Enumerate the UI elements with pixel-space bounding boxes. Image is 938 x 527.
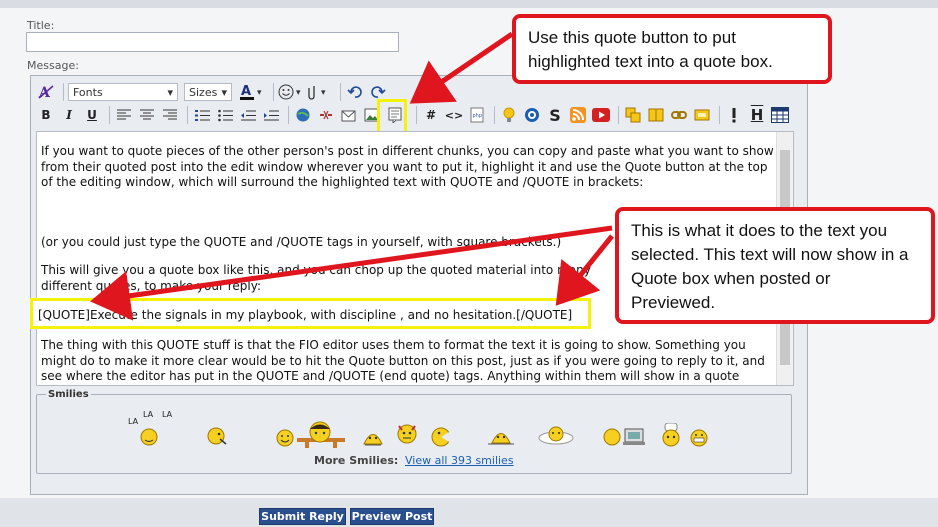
align-right-icon[interactable] [160,105,180,125]
box-icon[interactable] [692,105,712,125]
la-text: LA [162,410,173,419]
align-left-icon[interactable] [114,105,134,125]
smiley-eating[interactable] [206,425,230,450]
toolbar-separator [340,83,341,101]
smiley-desk[interactable] [297,420,345,453]
toolbar-separator [187,106,188,124]
message-paragraph: If you want to quote pieces of the other… [41,144,774,189]
toolbar-separator [273,83,274,101]
undo-icon[interactable] [345,82,365,102]
toolbar-row-2: B I U # <> php S H [36,104,793,126]
callout-top: Use this quote button to put highlighted… [512,14,832,84]
rss-icon[interactable] [568,105,588,125]
svg-text:▾: ▾ [296,88,301,98]
chain-icon[interactable] [669,105,689,125]
smiley-cry[interactable] [362,427,384,450]
toolbar-separator [109,106,110,124]
smiley-teeth[interactable] [689,428,709,451]
php-icon[interactable]: php [467,105,487,125]
message-label: Message: [27,59,79,72]
smiley-devil[interactable] [394,420,420,449]
italic-button[interactable]: I [59,105,79,125]
smiley-grin[interactable] [276,429,296,452]
smiley-chef[interactable] [660,422,682,450]
submit-reply-button[interactable]: Submit Reply [259,508,346,525]
text-color-icon[interactable]: A ▾ [238,82,266,102]
link-icon[interactable] [293,105,313,125]
toolbar-separator [494,106,495,124]
smilies-legend: Smilies [46,389,91,400]
hash-button[interactable]: # [421,105,441,125]
smiley-pacman[interactable] [430,426,454,451]
quote-button-highlight [377,99,407,134]
remove-format-icon[interactable]: A [36,82,56,102]
toolbar-separator [63,83,64,101]
view-all-smilies-link[interactable]: View all 393 smilies [405,454,514,467]
lightbulb-icon[interactable] [499,105,519,125]
font-select[interactable]: Fonts ▾ [68,83,178,101]
align-center-icon[interactable] [137,105,157,125]
attachment-icon[interactable]: ▾ [307,82,333,102]
unlink-icon[interactable] [316,105,336,125]
smiley-computer[interactable] [603,426,647,449]
table-icon[interactable] [770,105,790,125]
top-bar [0,0,938,8]
toolbar-row-1: A Fonts▾ Sizes▾ A▾ ▾ ▾ [36,81,391,103]
font-select-value: Fonts [73,85,103,99]
svg-text:php: php [473,113,483,119]
svg-text:▾: ▾ [257,88,262,98]
exclamation-icon[interactable] [724,105,744,125]
more-smilies-label: More Smilies: [314,454,399,467]
outdent-icon[interactable] [238,105,258,125]
email-icon[interactable] [339,105,359,125]
smiley-relax[interactable] [537,424,575,449]
footer-bar [0,498,938,527]
heading-button[interactable]: H [747,105,767,125]
title-label: Title: [27,19,55,32]
bold-button[interactable]: B [36,105,56,125]
strike-button[interactable]: S [545,105,565,125]
book-icon[interactable] [646,105,666,125]
size-select-value: Sizes [189,85,218,99]
spoiler-icon[interactable] [522,105,542,125]
svg-text:A: A [241,84,251,99]
code-button[interactable]: <> [444,105,464,125]
unordered-list-icon[interactable] [215,105,235,125]
chevron-down-icon: ▾ [167,85,173,99]
smiley-peek[interactable] [488,426,514,449]
smiley-la[interactable]: LA LA LA [128,409,178,450]
quote-line: [QUOTE]Execute the signals in my playboo… [38,308,573,322]
smiley-icon[interactable]: ▾ [278,82,304,102]
la-text: LA [128,417,139,426]
message-paragraph: The thing with this QUOTE stuff is that … [41,338,765,383]
message-paragraph: This will give you a quote box like this… [41,263,591,293]
video-icon[interactable] [591,105,611,125]
underline-button[interactable]: U [82,105,102,125]
copy-icon[interactable] [623,105,643,125]
size-select[interactable]: Sizes ▾ [184,83,232,101]
toolbar-separator [618,106,619,124]
title-input[interactable] [26,32,399,52]
la-text: LA [143,410,154,419]
callout-right: This is what it does to the text you sel… [615,207,935,324]
toolbar-separator [416,106,417,124]
toolbar-separator [288,106,289,124]
preview-post-button[interactable]: Preview Post [350,508,434,525]
ordered-list-icon[interactable] [192,105,212,125]
chevron-down-icon: ▾ [221,85,227,99]
toolbar-separator [719,106,720,124]
svg-text:▾: ▾ [321,88,326,98]
indent-icon[interactable] [261,105,281,125]
